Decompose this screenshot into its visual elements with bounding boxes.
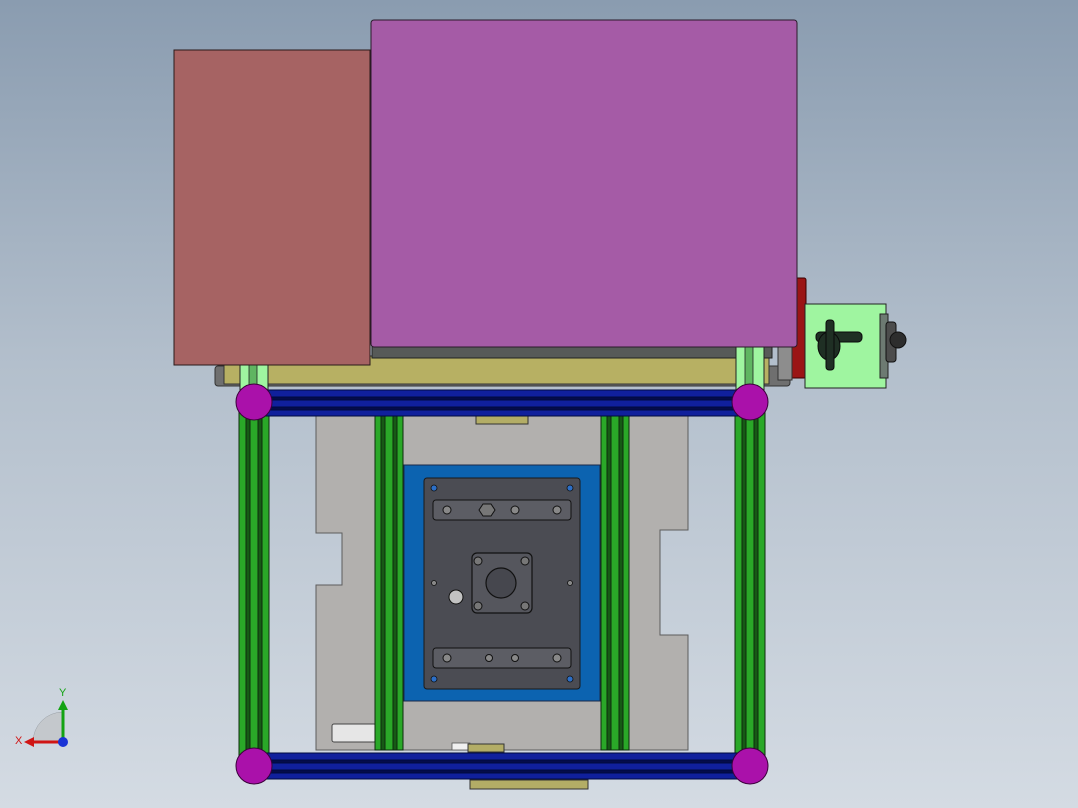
side-hole xyxy=(431,580,437,586)
outer-post-left xyxy=(238,403,270,765)
hex-nut xyxy=(478,503,496,517)
mold-pin xyxy=(566,675,574,683)
orientation-triad[interactable]: X Y xyxy=(10,684,80,754)
locator-pin xyxy=(448,589,464,605)
base-slot xyxy=(331,723,377,743)
cad-model-view[interactable] xyxy=(0,0,1078,808)
corner-joint xyxy=(235,383,273,421)
outer-post-right xyxy=(734,403,766,765)
x-axis-arrowhead xyxy=(24,737,34,747)
inner-post-right xyxy=(600,415,630,751)
corner-joint xyxy=(235,747,273,785)
corner-joint xyxy=(731,747,769,785)
inner-post-left xyxy=(374,415,404,751)
y-axis-arrowhead xyxy=(58,700,68,710)
housing-cover xyxy=(370,19,798,348)
motor-body xyxy=(804,303,887,389)
khaki-tab-top xyxy=(475,415,529,425)
motor-shaft-end xyxy=(889,331,907,349)
cad-viewport[interactable]: X Y xyxy=(0,0,1078,808)
frame-beam-bottom xyxy=(253,752,751,780)
side-hole xyxy=(567,580,573,586)
frame-beam-top xyxy=(253,389,751,417)
triad-quarter-disc xyxy=(32,711,64,743)
corner-joint xyxy=(731,383,769,421)
rail-top-strip xyxy=(371,345,773,359)
housing-left xyxy=(173,49,371,366)
clamp-bar-bottom xyxy=(432,647,572,669)
khaki-tab-bottom xyxy=(469,779,589,790)
y-axis-label: Y xyxy=(59,687,67,699)
center-bore xyxy=(485,567,517,599)
mold-pin xyxy=(566,484,574,492)
base-label-tag xyxy=(451,742,471,751)
z-axis-dot xyxy=(58,737,68,747)
x-axis-label: X xyxy=(15,735,23,747)
mold-pin xyxy=(430,484,438,492)
mold-pin xyxy=(430,675,438,683)
clamp-bar-top xyxy=(432,499,572,521)
khaki-tab-bottom-inner xyxy=(467,743,505,753)
